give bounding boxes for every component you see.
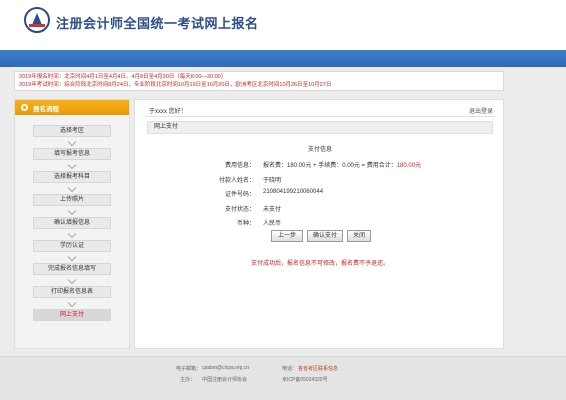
sponsor-label: 主办： — [180, 377, 196, 383]
chevron-down-icon — [33, 160, 111, 171]
step-confirm-info[interactable]: 确认填报信息 — [33, 217, 111, 229]
payer-label: 付款人姓名： — [218, 178, 255, 184]
chevron-down-icon — [33, 275, 111, 286]
step-complete-info[interactable]: 完成报名信息填写 — [33, 263, 111, 275]
status-row: 支付状态： 未支付 — [135, 204, 505, 213]
email-label: 电子邮箱： — [176, 366, 202, 372]
notice-exam-time: 2019年考试时间：综合阶段北京时间8月24日，专业阶段北京时间10月19日至1… — [19, 82, 332, 88]
chevron-down-icon — [33, 298, 111, 309]
fee-breakdown: 报名费：180.00元 + 手续费：0.00元 = 费用合计： — [263, 163, 397, 169]
email-link[interactable]: cpabm@cicpa.org.cn — [202, 365, 249, 371]
step-fill-info[interactable]: 填写报考信息 — [33, 148, 111, 160]
close-button[interactable]: 关闭 — [347, 230, 371, 242]
confirm-payment-button[interactable]: 确认支付 — [307, 230, 343, 242]
chevron-down-icon — [33, 137, 111, 148]
id-label: 证件号码： — [224, 192, 255, 198]
step-list: 选择考区 填写报考信息 选择报考科目 上传照片 确认填报信息 学历认证 完成报名… — [15, 115, 129, 321]
site-title: 注册会计师全国统一考试网上报名 — [56, 16, 259, 31]
chevron-down-icon — [33, 229, 111, 240]
user-greeting: 于xxxx 您好！ — [149, 109, 187, 115]
payment-warning: 支付成功后，报名信息不可修改，报名费不予退还。 — [250, 261, 389, 267]
divider — [145, 116, 495, 117]
sidebar-heading-label: 报名流程 — [33, 106, 59, 113]
id-row: 证件号码： 210804199210060044 — [135, 189, 505, 198]
payer-value: 于晓明 — [263, 178, 282, 184]
chevron-down-icon — [33, 206, 111, 217]
step-upload-photo[interactable]: 上传照片 — [33, 194, 111, 206]
currency-label: 币种： — [236, 221, 255, 227]
action-buttons: 上一步 确认支付 关闭 — [135, 230, 505, 242]
chevron-down-icon — [33, 252, 111, 263]
status-label: 支付状态： — [224, 207, 255, 213]
prev-step-button[interactable]: 上一步 — [271, 230, 303, 242]
sidebar-heading: 报名流程 — [15, 100, 129, 115]
payer-row: 付款人姓名： 于晓明 — [135, 175, 505, 184]
notice-registration-time: 2019年报名时间：北京时间4月1日至4月4日、4月8日至4月30日（每天8:0… — [19, 74, 227, 80]
step-select-region[interactable]: 选择考区 — [33, 125, 111, 137]
step-online-payment[interactable]: 网上支付 — [33, 309, 111, 321]
phone-label: 电话： — [282, 366, 298, 372]
process-sidebar: 报名流程 选择考区 填写报考信息 选择报考科目 上传照片 确认填报信息 学历认证… — [14, 99, 130, 349]
step-print-form[interactable]: 打印报名信息表 — [33, 286, 111, 298]
fee-value: 报名费：180.00元 + 手续费：0.00元 = 费用合计：180.00元 — [263, 160, 421, 169]
bullet-icon — [21, 104, 28, 111]
payment-info-title: 支付信息 — [307, 147, 332, 153]
phone-link[interactable]: 各省考区联系信息 — [298, 365, 338, 372]
main-panel: 于xxxx 您好！ 退出登录 网上支付 支付信息 费用信息： 报名费：180.0… — [134, 99, 504, 349]
user-bar: 于xxxx 您好！ 退出登录 — [145, 104, 495, 117]
currency-row: 币种： 人民币 — [135, 218, 505, 227]
section-title: 网上支付 — [147, 121, 493, 134]
status-value: 未支付 — [263, 207, 282, 213]
cicpa-logo-icon — [24, 7, 50, 33]
fee-total: 180.00元 — [396, 163, 422, 169]
fee-row: 费用信息： 报名费：180.00元 + 手续费：0.00元 = 费用合计：180… — [135, 160, 505, 169]
fee-label: 费用信息： — [224, 163, 255, 169]
page: 注册会计师全国统一考试网上报名 2019年报名时间：北京时间4月1日至4月4日、… — [0, 0, 566, 400]
icp-number: 京ICP备05034320号 — [282, 377, 328, 383]
id-value: 210804199210060044 — [263, 189, 324, 195]
nav-band — [0, 50, 566, 67]
sponsor-name: 中国注册会计师协会 — [202, 377, 248, 383]
logout-link[interactable]: 退出登录 — [469, 106, 493, 115]
step-degree-verify[interactable]: 学历认证 — [33, 240, 111, 252]
notice-box: 2019年报名时间：北京时间4月1日至4月4日、4月8日至4月30日（每天8:0… — [14, 71, 504, 91]
site-footer: 电子邮箱： cpabm@cicpa.org.cn 电话： 各省考区联系信息 主办… — [0, 356, 566, 400]
site-header: 注册会计师全国统一考试网上报名 — [0, 0, 566, 50]
chevron-down-icon — [33, 183, 111, 194]
currency-value: 人民币 — [263, 221, 282, 227]
step-select-subjects[interactable]: 选择报考科目 — [33, 171, 111, 183]
